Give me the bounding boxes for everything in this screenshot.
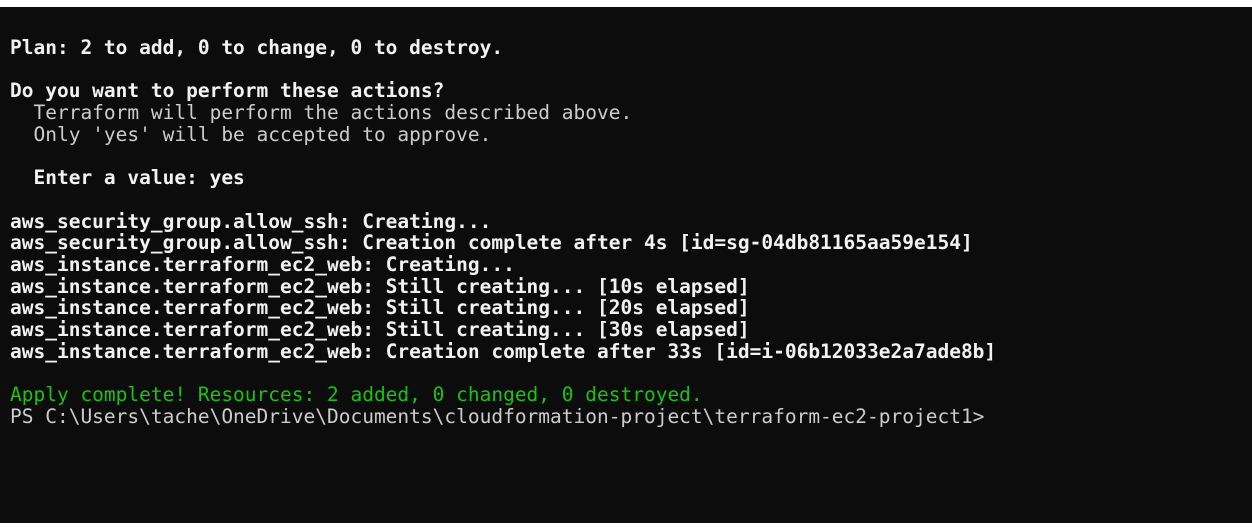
apply-complete-line: Apply complete! Resources: 2 added, 0 ch…	[10, 383, 703, 406]
output-line: aws_instance.terraform_ec2_web: Creation…	[10, 339, 997, 363]
confirm-info-line: Only 'yes' will be accepted to approve.	[10, 122, 492, 146]
output-line: aws_security_group.allow_ssh: Creation c…	[10, 231, 973, 255]
plan-summary-line: Plan: 2 to add, 0 to change, 0 to destro…	[10, 36, 504, 59]
confirm-question-line: Do you want to perform these actions?	[10, 79, 445, 103]
terminal-window[interactable]: Plan: 2 to add, 0 to change, 0 to destro…	[0, 7, 1252, 523]
output-line: aws_instance.terraform_ec2_web: Creating…	[10, 252, 515, 276]
confirm-info-line: Terraform will perform the actions descr…	[10, 101, 633, 125]
shell-prompt[interactable]: PS C:\Users\tache\OneDrive\Documents\clo…	[10, 405, 1252, 428]
output-line: aws_instance.terraform_ec2_web: Still cr…	[10, 274, 750, 298]
enter-value-line: Enter a value: yes	[10, 166, 245, 190]
output-line: aws_instance.terraform_ec2_web: Still cr…	[10, 317, 750, 341]
output-line: aws_security_group.allow_ssh: Creating..…	[10, 209, 492, 233]
output-line: aws_instance.terraform_ec2_web: Still cr…	[10, 296, 750, 320]
